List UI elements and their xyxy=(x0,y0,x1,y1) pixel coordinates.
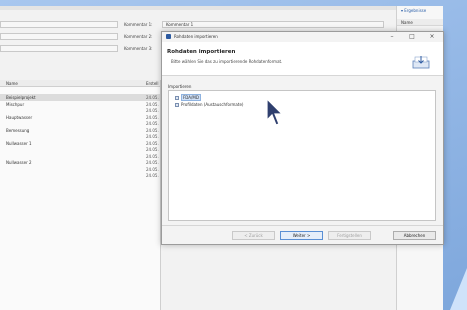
row-created-date: 24.05. xyxy=(146,160,159,165)
list-item-label: Profildaten (Austauschformate) xyxy=(181,102,244,107)
row-created-date: 24.05. xyxy=(146,166,159,172)
row-created-date: 24.05. xyxy=(146,121,159,126)
corner-highlight-graphic xyxy=(450,268,467,310)
row-created-date: 24.05. xyxy=(146,173,159,178)
cancel-button[interactable]: Abbrechen xyxy=(393,231,436,240)
table-row[interactable]: 24.05. xyxy=(0,172,160,179)
format-icon xyxy=(175,102,179,107)
app-icon xyxy=(166,34,171,39)
list-item-label: FDA/MD xyxy=(181,94,201,101)
left-field-2[interactable] xyxy=(0,33,118,40)
row-created-date: 24.05. xyxy=(146,108,159,113)
left-field-3[interactable] xyxy=(0,45,118,52)
minimize-icon[interactable]: – xyxy=(387,33,397,40)
column-header-created[interactable]: Erstell xyxy=(146,81,159,86)
dialog-header: Rohdaten importieren Bitte wählen Sie da… xyxy=(162,42,443,76)
row-name: Bemessung xyxy=(6,127,30,133)
left-field-1[interactable] xyxy=(0,21,118,28)
row-name: Hauptwasser xyxy=(6,114,33,120)
dialog-title: Rohdaten importieren xyxy=(174,34,218,39)
mouse-cursor-icon xyxy=(266,98,284,126)
row-created-date: 24.05. xyxy=(146,95,159,100)
finish-button[interactable]: Fertigstellen xyxy=(328,231,371,240)
comment-field-1-value: Kommentar 1 xyxy=(166,22,194,27)
list-item-fdamd[interactable]: FDA/MD xyxy=(175,94,201,101)
toolbar-strip xyxy=(0,6,443,10)
dialog-titlebar[interactable]: Rohdaten importieren – □ × xyxy=(162,32,443,42)
list-item-profildaten[interactable]: Profildaten (Austauschformate) xyxy=(175,102,243,107)
results-panel-header[interactable]: ▾ Ergebnisse xyxy=(401,8,426,13)
import-dialog: Rohdaten importieren – □ × Rohdaten impo… xyxy=(161,31,444,245)
column-header-name[interactable]: Name xyxy=(6,81,18,86)
format-icon xyxy=(175,95,179,100)
row-created-date: 24.05. xyxy=(146,147,159,152)
back-button[interactable]: < Zurück xyxy=(232,231,275,240)
row-created-date: 24.05. xyxy=(146,153,159,159)
results-column-name: Name xyxy=(401,20,413,25)
comment-field-1[interactable]: Kommentar 1 xyxy=(162,21,384,28)
next-button[interactable]: Weiter > xyxy=(280,231,323,240)
comment-label-1: Kommentar 1: xyxy=(124,22,153,27)
import-group-label: Importieren xyxy=(168,84,192,89)
import-icon xyxy=(412,56,430,69)
maximize-icon[interactable]: □ xyxy=(407,33,417,40)
format-list[interactable]: FDA/MD Profildaten (Austauschformate) xyxy=(168,90,436,221)
row-created-date: 24.05. xyxy=(146,101,159,107)
row-name: Beispielprojekt xyxy=(6,95,36,100)
close-icon[interactable]: × xyxy=(427,33,437,40)
dialog-description: Bitte wählen Sie das zu importierende Ro… xyxy=(171,59,283,64)
row-created-date: 24.05. xyxy=(146,114,159,120)
results-column-header: Name xyxy=(397,19,443,26)
row-created-date: 24.05. xyxy=(146,127,159,133)
row-name: Mischpur xyxy=(6,101,25,107)
comment-label-2: Kommentar 2: xyxy=(124,34,153,39)
dialog-heading: Rohdaten importieren xyxy=(167,49,236,55)
row-name: Nullwasser 1 xyxy=(6,140,32,146)
dialog-separator xyxy=(162,225,443,226)
row-name: Nullwasser 2 xyxy=(6,160,32,165)
row-created-date: 24.05. xyxy=(146,140,159,146)
table-header: Name Erstell xyxy=(0,80,160,87)
comment-label-3: Kommentar 3: xyxy=(124,46,153,51)
row-created-date: 24.05. xyxy=(146,134,159,139)
